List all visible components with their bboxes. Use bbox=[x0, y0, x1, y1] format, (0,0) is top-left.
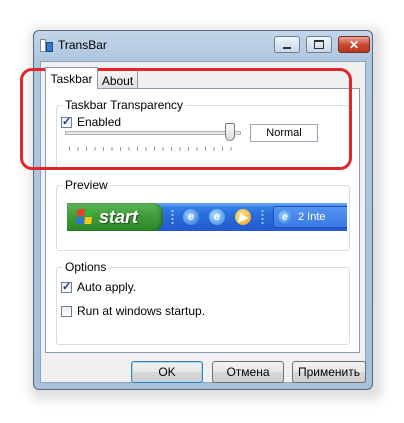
options-group: Options ✓ Auto apply. Run at windows sta… bbox=[56, 260, 350, 345]
maximize-button[interactable] bbox=[306, 36, 332, 53]
start-label: start bbox=[99, 206, 139, 227]
auto-apply-checkbox[interactable]: ✓ Auto apply. bbox=[61, 280, 136, 294]
checkmark-icon: ✓ bbox=[62, 280, 72, 293]
title-bar[interactable]: TransBar ✕ bbox=[34, 31, 372, 59]
minimize-button[interactable] bbox=[274, 36, 300, 53]
apply-button[interactable]: Применить bbox=[292, 361, 366, 383]
windows-flag-icon bbox=[76, 209, 94, 225]
minimize-icon bbox=[283, 46, 291, 49]
run-at-startup-checkbox-box[interactable] bbox=[61, 305, 72, 317]
start-button-preview: start bbox=[67, 203, 163, 231]
window-title: TransBar bbox=[58, 38, 107, 52]
media-player-icon: ▶ bbox=[235, 209, 251, 225]
tab-taskbar[interactable]: Taskbar bbox=[45, 67, 98, 89]
grip-dots-icon bbox=[171, 209, 174, 225]
cancel-button[interactable]: Отмена bbox=[212, 361, 284, 383]
options-group-label: Options bbox=[63, 260, 109, 274]
task-label: 2 Inte bbox=[298, 211, 326, 223]
internet-explorer-task-icon: e bbox=[278, 210, 292, 224]
taskbar-window-button-preview: e 2 Inte bbox=[273, 206, 347, 228]
app-icon bbox=[40, 39, 53, 53]
close-button[interactable]: ✕ bbox=[338, 36, 370, 53]
auto-apply-label: Auto apply. bbox=[77, 280, 137, 294]
maximize-icon bbox=[314, 40, 324, 49]
ok-button[interactable]: OK bbox=[131, 361, 203, 383]
grip-dots-icon-2 bbox=[261, 209, 264, 225]
auto-apply-checkbox-box[interactable]: ✓ bbox=[61, 280, 72, 293]
run-at-startup-label: Run at windows startup. bbox=[77, 304, 206, 318]
preview-group: Preview start e e ▶ e 2 Inte bbox=[56, 178, 350, 251]
close-icon: ✕ bbox=[348, 37, 360, 52]
internet-explorer-icon: e bbox=[183, 209, 199, 225]
browser-quicklaunch-icon: e bbox=[209, 209, 225, 225]
taskbar-preview: start e e ▶ e 2 Inte bbox=[67, 203, 347, 231]
run-at-startup-checkbox[interactable]: Run at windows startup. bbox=[61, 304, 205, 318]
preview-group-label: Preview bbox=[63, 178, 110, 192]
